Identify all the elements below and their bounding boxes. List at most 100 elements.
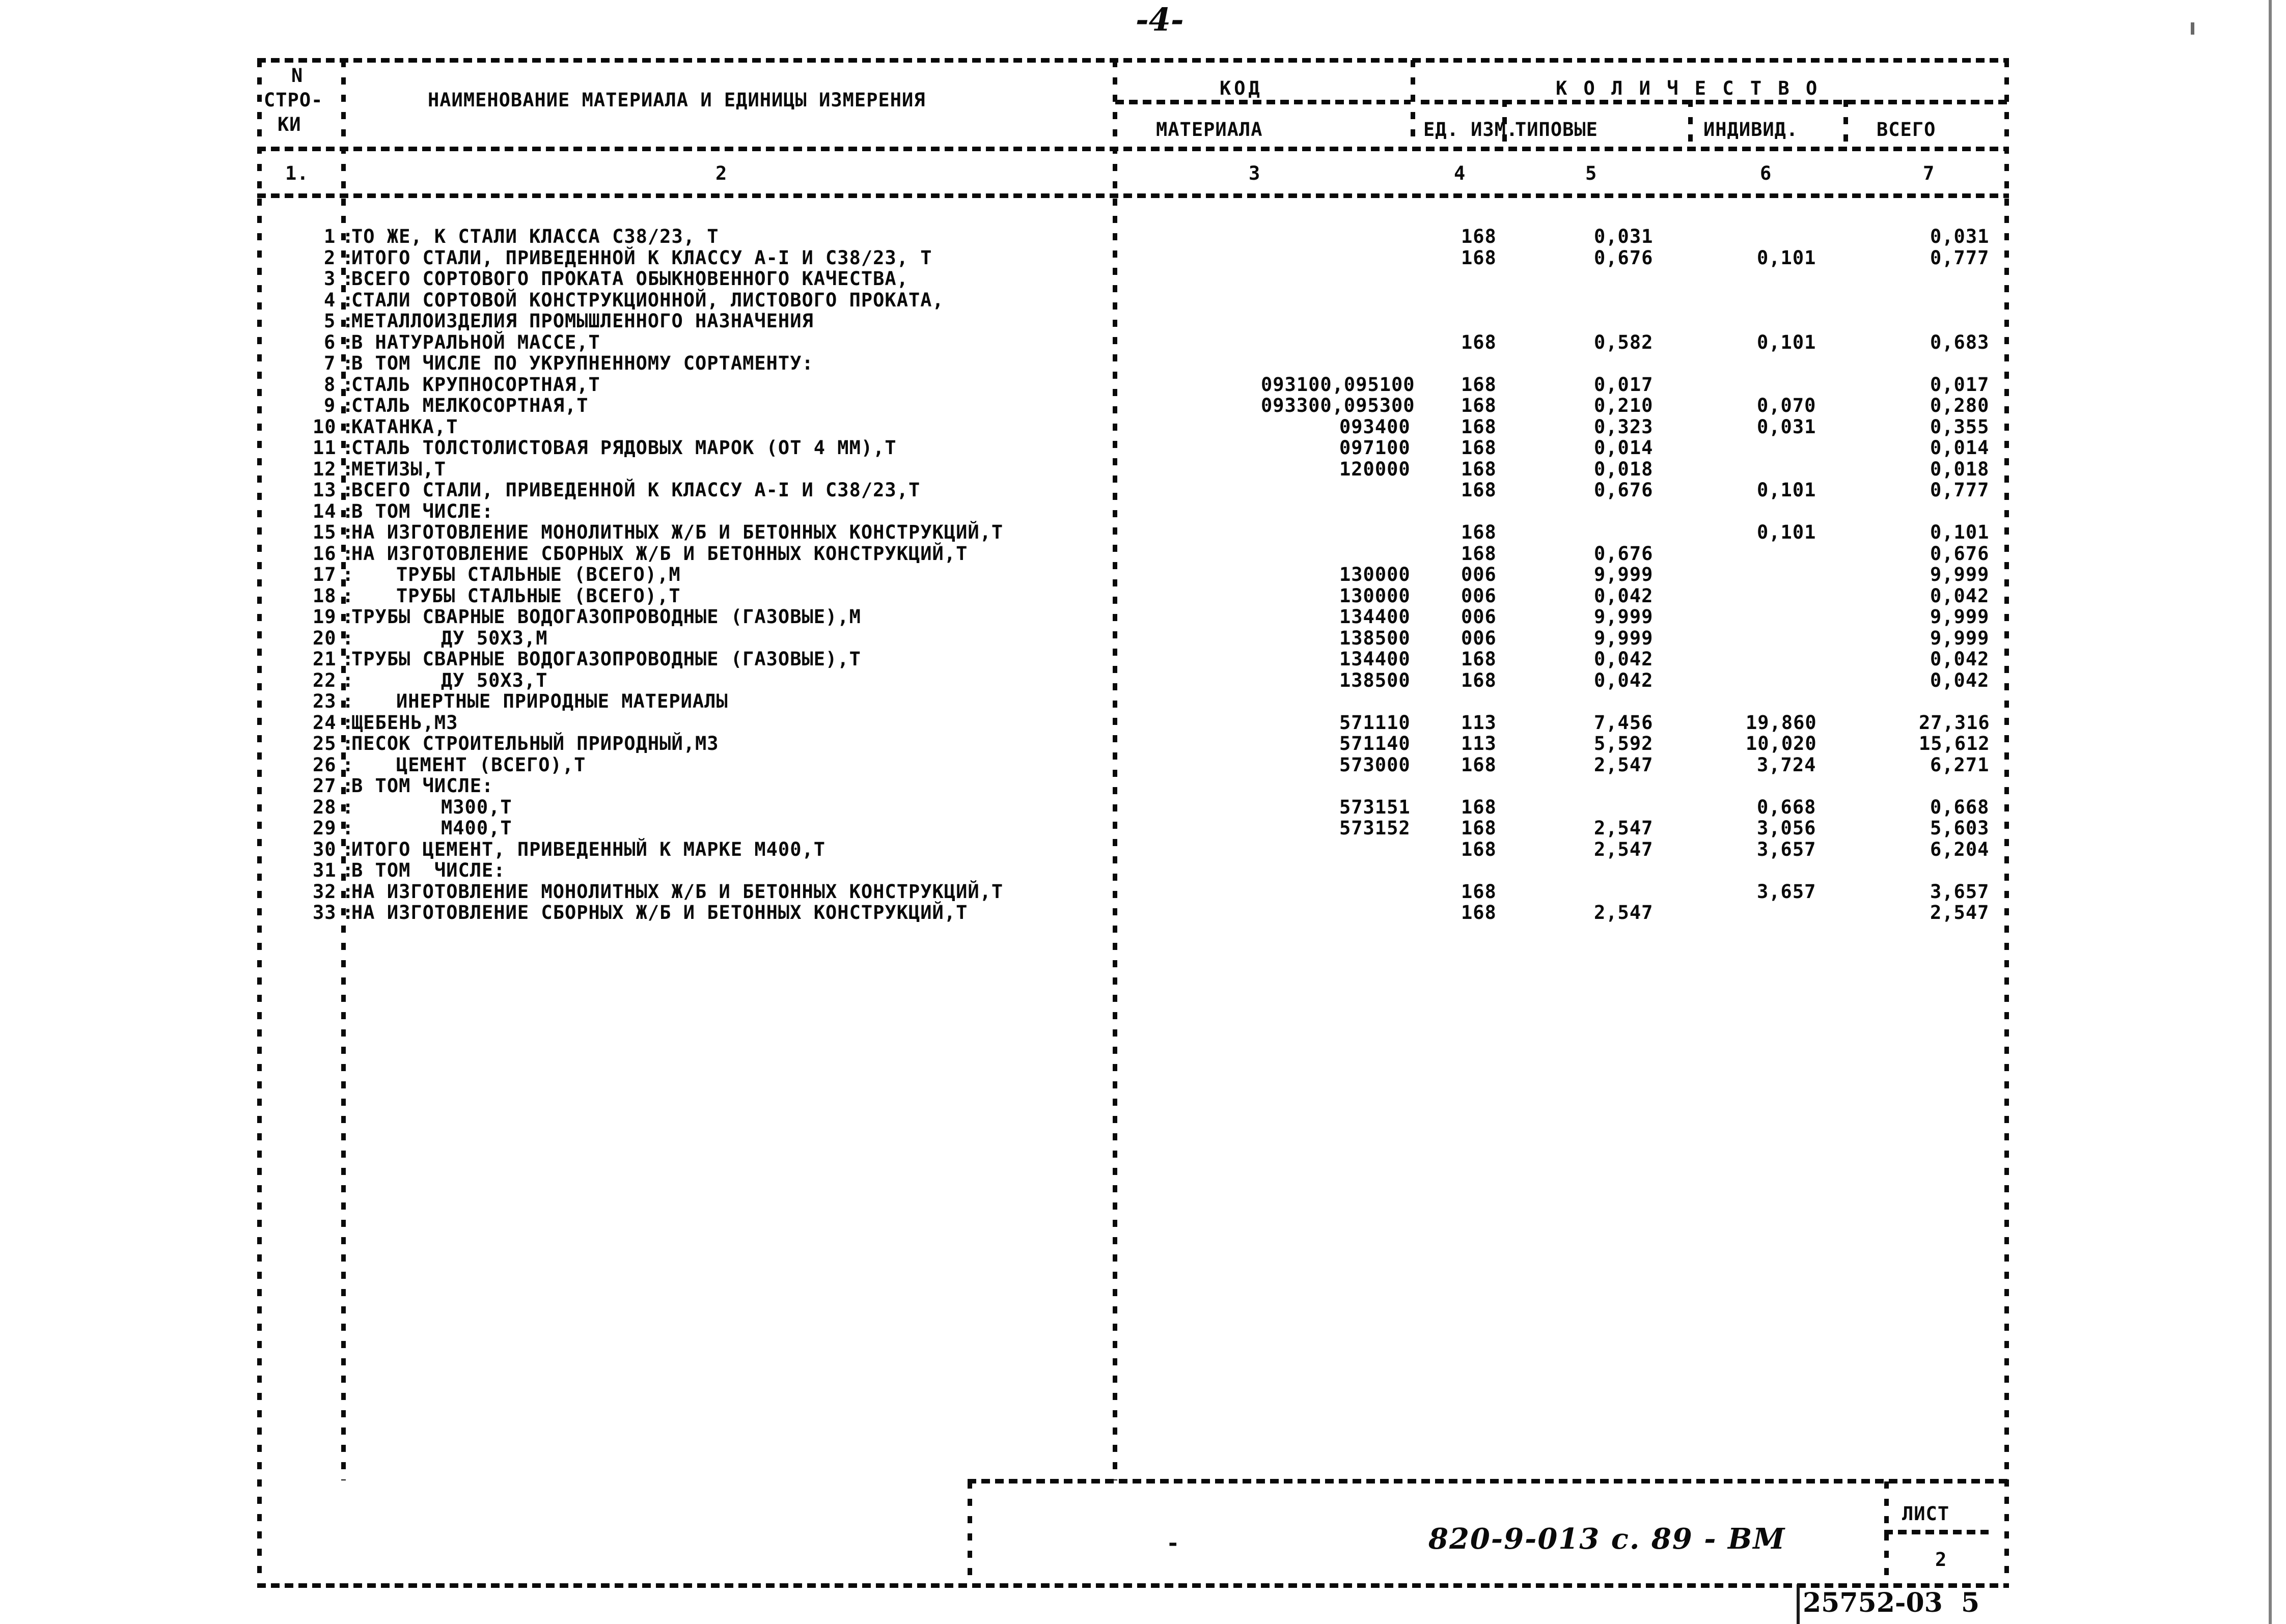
material-code: 130000 [1339,584,1411,607]
col-code-divider [1411,60,1415,147]
quantity-typical: 0,323 [1594,415,1654,438]
unit-of-measure: 168 [1461,415,1497,438]
column-number-6: 6 [1760,162,1772,184]
material-name: ЦЕМЕНТ (ВСЕГО),Т [396,753,586,776]
quantity-total: 9,999 [1930,606,1990,628]
material-code: 093300,095300 [1261,395,1415,416]
quantity-total: 3,657 [1930,880,1990,903]
header-quantity-group: К О Л И Ч Е С Т В О [1556,77,1820,99]
quantity-typical: 0,014 [1594,437,1654,459]
material-name: ИНЕРТНЫЕ ПРИРОДНЫЕ МАТЕРИАЛЫ [396,690,728,712]
material-code: 093100,095100 [1261,373,1415,396]
quantity-total: 0,280 [1930,395,1990,416]
quantity-total: 6,204 [1930,838,1990,860]
material-name: ТРУБЫ СТАЛЬНЫЕ (ВСЕГО),Т [396,584,681,607]
material-name: В ТОМ ЧИСЛЕ ПО УКРУПНЕННОМУ СОРТАМЕНТУ: [351,352,814,374]
header-col4: ЕД. ИЗМ. [1423,119,1519,141]
unit-of-measure: 168 [1461,395,1497,416]
table-bottom-border [257,1583,2009,1588]
header-col1-line2: СТРО- [264,89,323,111]
footer-sheet-label: ЛИСТ [1902,1503,1950,1525]
quantity-total: 27,316 [1919,711,1990,734]
unit-of-measure: 168 [1461,880,1497,903]
unit-of-measure: 168 [1461,437,1497,459]
quantity-total: 0,777 [1930,479,1990,501]
quantity-individual: 0,668 [1757,796,1816,818]
quantity-total: 9,999 [1930,627,1990,649]
scan-edge-right [2269,0,2272,1624]
material-name: КАТАНКА,Т [351,415,458,438]
row-number: 30 [313,838,337,860]
quantity-individual: 3,724 [1757,753,1816,776]
quantity-typical: 5,592 [1594,733,1654,754]
header-col7: ВСЕГО [1877,119,1936,141]
unit-of-measure: 168 [1461,838,1497,860]
quantity-typical: 0,582 [1594,331,1654,353]
material-name: ВСЕГО СОРТОВОГО ПРОКАТА ОБЫКНОВЕННОГО КА… [351,268,908,290]
row-number: 4 [324,289,336,311]
quantity-typical: 2,547 [1594,817,1654,839]
unit-of-measure: 168 [1461,902,1497,923]
quantity-individual: 19,860 [1746,711,1817,734]
material-code: 573000 [1339,753,1411,776]
material-name: М300,Т [441,796,512,818]
row-number: 10 [313,415,337,438]
row-number: 12 [313,458,337,480]
quantity-total: 2,547 [1930,902,1990,923]
row-number: 26 [313,753,337,776]
footer-sheet-number: 2 [1935,1549,1947,1571]
table-right-border [2004,60,2009,1582]
quantity-individual: 10,020 [1746,733,1817,754]
row-colon-separator: : [342,796,354,818]
material-name: СТАЛЬ МЕЛКОСОРТНАЯ,Т [351,395,589,416]
material-code: 571110 [1339,711,1411,734]
quantity-total: 6,271 [1930,753,1990,776]
column-number-1: 1. [285,162,309,184]
quantity-typical: 0,031 [1594,226,1654,247]
row-number: 16 [313,542,337,565]
material-name: ВСЕГО СТАЛИ, ПРИВЕДЕННОЙ К КЛАССУ А-I И … [351,479,921,501]
material-name: НА ИЗГОТОВЛЕНИЕ СБОРНЫХ Ж/Б И БЕТОННЫХ К… [351,542,968,565]
bottom-stamp-left-rule [1797,1584,1800,1624]
material-name: М400,Т [441,817,512,839]
quantity-total: 0,031 [1930,226,1990,247]
quantity-individual: 0,101 [1757,521,1816,543]
material-name: НА ИЗГОТОВЛЕНИЕ СБОРНЫХ Ж/Б И БЕТОННЫХ К… [351,902,968,923]
material-name: ДУ 50Х3,Т [441,669,548,691]
row-number: 3 [324,268,336,290]
quantity-typical: 0,676 [1594,246,1654,269]
row-colon-separator: : [342,584,354,607]
row-number: 19 [313,606,337,628]
unit-of-measure: 113 [1461,711,1497,734]
row-number: 27 [313,775,337,797]
quantity-typical: 7,456 [1594,711,1654,734]
quantity-total: 0,018 [1930,458,1990,480]
quantity-typical: 0,042 [1594,584,1654,607]
row-number: 6 [324,331,336,353]
material-name: ЩЕБЕНЬ,М3 [351,711,458,734]
quantity-individual: 0,031 [1757,415,1816,438]
unit-of-measure: 168 [1461,817,1497,839]
material-name: ТО ЖЕ, К СТАЛИ КЛАССА С38/23, Т [351,226,719,247]
material-name: СТАЛИ СОРТОВОЙ КОНСТРУКЦИОННОЙ, ЛИСТОВОГ… [351,289,944,311]
footer-sheet-divider [1884,1530,1989,1534]
quantity-total: 0,355 [1930,415,1990,438]
scan-speck-top-right [2191,22,2194,35]
quantity-total: 0,676 [1930,542,1990,565]
material-code: 097100 [1339,437,1411,459]
material-name: ТРУБЫ СВАРНЫЕ ВОДОГАЗОПРОВОДНЫЕ (ГАЗОВЫЕ… [351,648,861,670]
unit-of-measure: 168 [1461,246,1497,269]
quantity-typical: 2,547 [1594,902,1654,923]
unit-of-measure: 168 [1461,796,1497,818]
quantity-total: 0,777 [1930,246,1990,269]
material-code: 134400 [1339,606,1411,628]
row-colon-separator: : [342,690,354,712]
material-name: СТАЛЬ ТОЛСТОЛИСТОВАЯ РЯДОВЫХ МАРОК (ОТ 4… [351,437,897,459]
header-col3: МАТЕРИАЛА [1156,119,1263,141]
row-number: 22 [313,669,337,691]
row-colon-separator: : [342,627,354,649]
quantity-total: 0,014 [1930,437,1990,459]
row-number: 17 [313,564,337,585]
quantity-typical: 9,999 [1594,606,1654,628]
col-ind-divider [1843,100,1848,147]
